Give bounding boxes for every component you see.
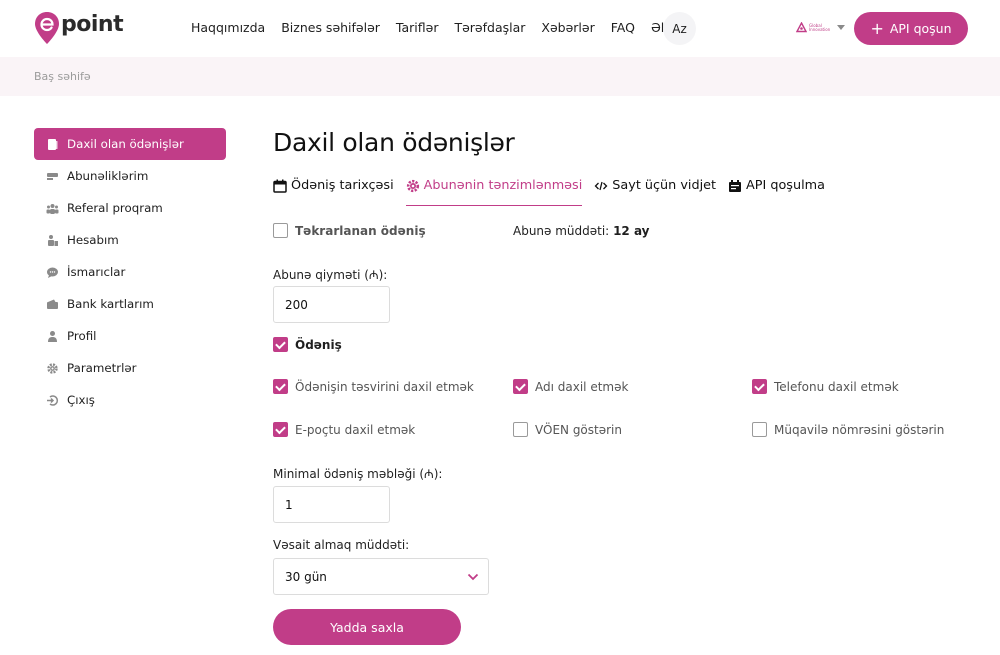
group-icon [46,202,59,215]
gear-icon [46,362,59,375]
recurring-payment-checkbox[interactable]: Təkrarlanan ödəniş [273,223,426,238]
page-title: Daxil olan ödənişlər [273,128,515,157]
sidebar-item-label: Abunəliklərim [67,169,149,183]
save-button[interactable]: Yadda saxla [273,609,461,645]
code-icon [594,181,608,191]
logo-text: point [61,11,124,37]
tab-label: API qoşulma [746,178,825,193]
sidebar: Daxil olan ödənişlər Abunəliklərim Refer… [34,128,226,416]
partner-dropdown[interactable]: Global Innovation [796,22,845,33]
min-amount-input[interactable]: 1 [273,486,390,523]
api-icon [729,180,742,192]
option-email-checkbox[interactable]: E-poçtu daxil etmək [273,422,415,437]
sidebar-item-referral[interactable]: Referal proqram [34,192,226,224]
duration-value: 12 ay [613,224,650,238]
nav-news[interactable]: Xəbərlər [541,20,594,35]
tab-label: Abunənin tənzimlənməsi [423,178,583,193]
checkbox-box[interactable] [513,379,528,394]
nav-business-pages[interactable]: Biznes səhifələr [281,20,380,35]
option-label: Telefonu daxil etmək [774,379,899,394]
option-description-checkbox[interactable]: Ödənişin təsvirini daxil etmək [273,379,474,394]
tab-api-connection[interactable]: API qoşulma [728,178,825,206]
option-label: E-poçtu daxil etmək [295,422,416,437]
caret-down-icon [837,25,845,30]
option-tin-checkbox[interactable]: VÖEN göstərin [513,422,622,437]
option-label: Adı daxil etmək [535,379,629,394]
option-label: VÖEN göstərin [535,422,622,437]
sidebar-item-label: Referal proqram [67,201,163,215]
account-icon [46,234,59,247]
sidebar-item-incoming-payments[interactable]: Daxil olan ödənişlər [34,128,226,160]
checkbox-box[interactable] [273,379,288,394]
breadcrumb-home[interactable]: Baş səhifə [34,70,91,83]
main-nav: Haqqımızda Biznes səhifələr Tariflər Tər… [191,20,704,35]
nav-partners[interactable]: Tərəfdaşlar [454,20,525,35]
sidebar-item-label: Profil [67,329,97,343]
sidebar-item-label: Bank kartlarım [67,297,154,311]
recurring-payment-label: Təkrarlanan ödəniş [295,223,426,238]
plus-icon: + [870,18,884,38]
option-label: Ödənişin təsvirini daxil etmək [295,379,474,394]
language-switch[interactable]: Az [663,12,696,45]
price-label: Abunə qiyməti (₼): [273,268,388,282]
min-amount-label: Minimal ödəniş məbləği (₼): [273,467,443,481]
tab-label: Ödəniş tarixçəsi [291,178,394,193]
sidebar-item-label: Hesabım [67,233,119,247]
withdraw-period-select[interactable]: 30 gün [273,558,489,595]
nav-tariffs[interactable]: Tariflər [396,20,439,35]
checkbox-box[interactable] [273,337,288,352]
checkbox-box[interactable] [752,422,767,437]
tab-label: Sayt üçün vidjet [612,178,717,193]
nav-faq[interactable]: FAQ [611,20,635,35]
tab-payment-history[interactable]: Ödəniş tarixçəsi [273,178,394,206]
gear-icon [406,179,419,193]
checkbox-box[interactable] [752,379,767,394]
sidebar-item-logout[interactable]: Çıxış [34,384,226,416]
subscription-duration: Abunə müddəti: 12 ay [513,224,650,238]
option-phone-checkbox[interactable]: Telefonu daxil etmək [752,379,899,394]
sidebar-item-account[interactable]: Hesabım [34,224,226,256]
sidebar-item-label: İsmarıclar [67,265,126,279]
sidebar-item-settings[interactable]: Parametrlər [34,352,226,384]
epoint-logo[interactable]: point [34,9,134,47]
checkbox-box[interactable] [513,422,528,437]
withdraw-period-label: Vəsait almaq müddəti: [273,538,410,552]
add-api-label: API qoşun [889,21,952,36]
user-icon [46,330,59,343]
option-name-checkbox[interactable]: Adı daxil etmək [513,379,628,394]
sidebar-item-profile[interactable]: Profil [34,320,226,352]
logout-icon [46,394,59,407]
sidebar-item-messages[interactable]: İsmarıclar [34,256,226,288]
sidebar-item-bank-cards[interactable]: Bank kartlarım [34,288,226,320]
logo-pin-icon [35,12,59,44]
chat-icon [46,266,59,279]
option-contract-number-checkbox[interactable]: Müqavilə nömrəsini göstərin [752,422,944,437]
add-api-button[interactable]: + API qoşun [854,12,968,45]
partner-logo-icon [796,22,807,33]
subscription-icon [46,170,59,183]
duration-label: Abunə müddəti: [513,224,610,238]
document-icon [46,138,59,151]
tab-subscription-settings[interactable]: Abunənin tənzimlənməsi [405,178,583,206]
top-header: point Haqqımızda Biznes səhifələr Tarifl… [0,0,1000,57]
checkbox-box[interactable] [273,422,288,437]
chevron-down-icon [467,573,479,581]
calendar-icon [273,179,287,193]
sidebar-item-label: Parametrlər [67,361,137,375]
breadcrumb-bar: Baş səhifə [0,57,1000,96]
checkbox-box[interactable] [273,223,288,238]
price-input[interactable]: 200 [273,286,390,323]
sidebar-item-subscriptions[interactable]: Abunəliklərim [34,160,226,192]
wallet-icon [46,298,59,311]
sidebar-item-label: Çıxış [67,393,95,407]
tab-site-widget[interactable]: Sayt üçün vidjet [594,178,716,206]
nav-about[interactable]: Haqqımızda [191,20,265,35]
withdraw-period-value: 30 gün [285,569,327,584]
option-label: Müqavilə nömrəsini göstərin [774,422,945,437]
tab-bar: Ödəniş tarixçəsi Abunənin tənzimlənməsi … [273,178,837,206]
payment-label: Ödəniş [295,337,342,352]
payment-checkbox[interactable]: Ödəniş [273,337,342,352]
sidebar-item-label: Daxil olan ödənişlər [67,137,184,151]
partner-name: Global Innovation [809,22,831,32]
